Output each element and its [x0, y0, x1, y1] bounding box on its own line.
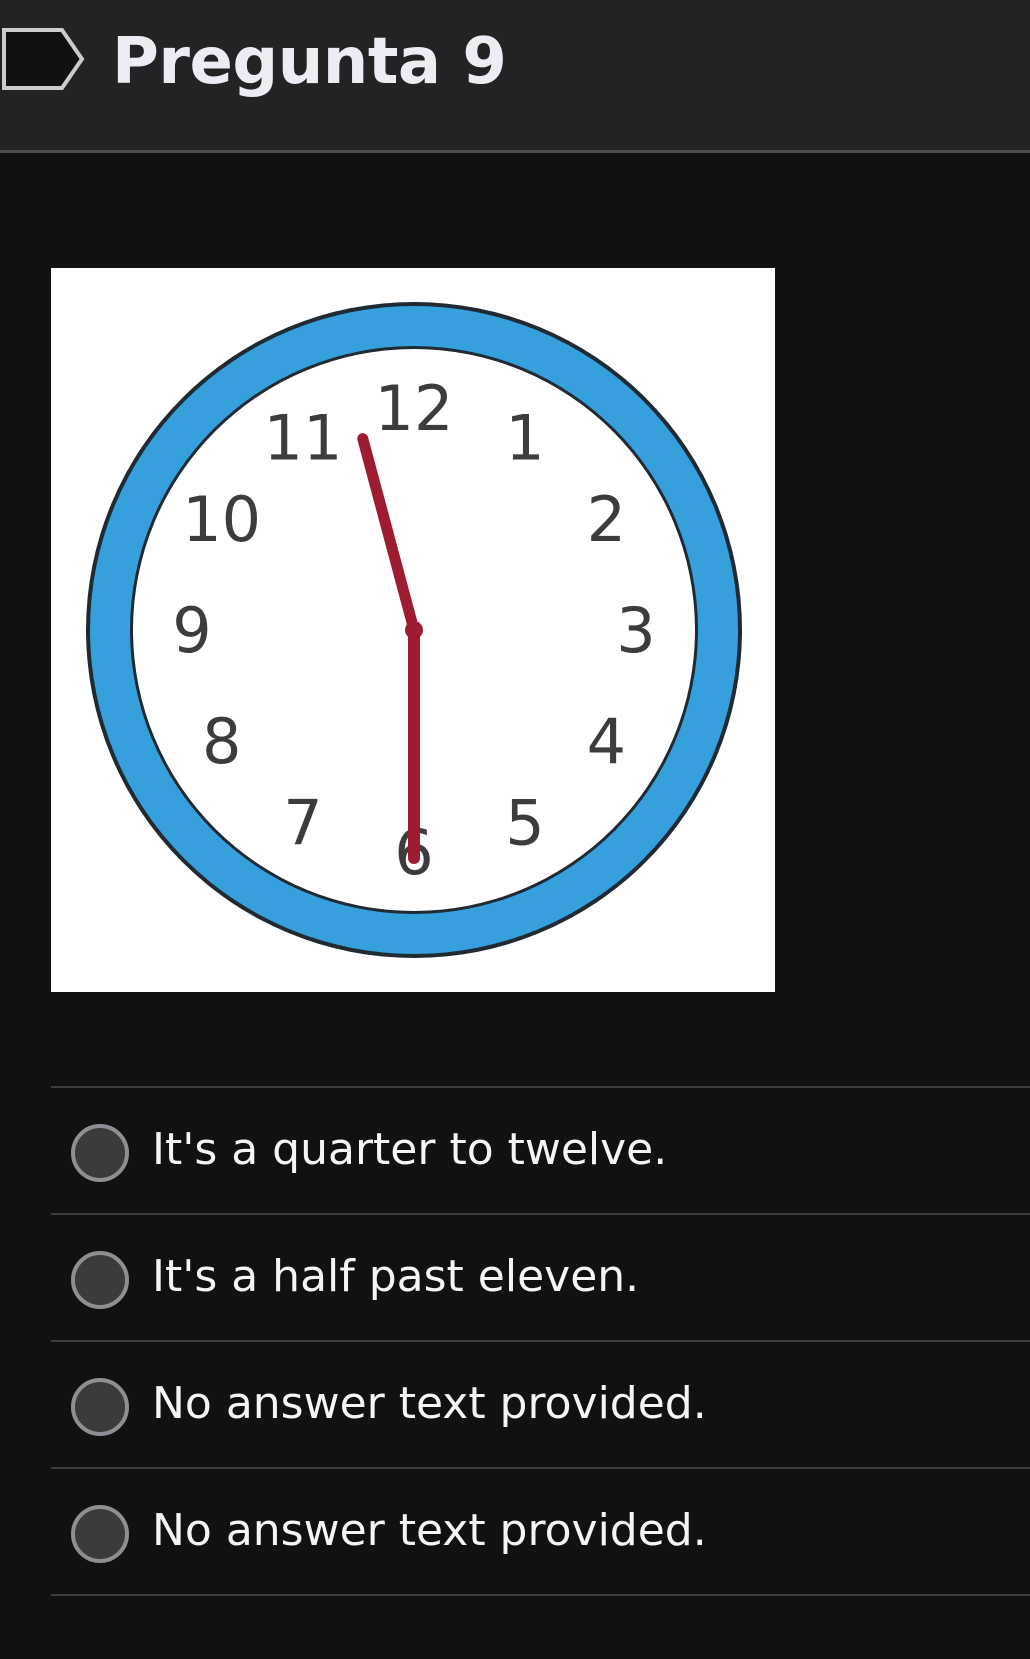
answer-list: It's a quarter to twelve. It's a half pa… — [51, 1086, 1030, 1596]
radio-button[interactable] — [71, 1505, 129, 1563]
clock-numeral: 7 — [283, 786, 322, 859]
clock-illustration: 121234567891011 — [86, 302, 742, 958]
answer-label: It's a half past eleven. — [152, 1251, 640, 1302]
answer-option[interactable]: No answer text provided. — [51, 1469, 1030, 1596]
clock-center-pin — [405, 621, 423, 639]
clock-numeral: 5 — [505, 786, 544, 859]
clock-numeral: 2 — [587, 483, 626, 556]
answer-option[interactable]: No answer text provided. — [51, 1342, 1030, 1469]
clock-numeral: 1 — [505, 402, 544, 475]
answer-option[interactable]: It's a half past eleven. — [51, 1215, 1030, 1342]
quiz-question-page: Pregunta 9 121234567891011 It's a quarte… — [0, 0, 1030, 1659]
answer-label: No answer text provided. — [152, 1378, 707, 1429]
clock-numeral: 3 — [616, 594, 655, 667]
clock-numeral: 9 — [172, 594, 211, 667]
clock-numeral: 8 — [202, 705, 241, 778]
clock-numeral: 10 — [182, 483, 261, 556]
clock-numeral: 11 — [264, 402, 343, 475]
radio-button[interactable] — [71, 1378, 129, 1436]
question-header: Pregunta 9 — [0, 0, 1030, 153]
clock-numeral: 12 — [375, 372, 454, 445]
clock-image: 121234567891011 — [51, 268, 775, 992]
flag-icon[interactable] — [0, 26, 86, 92]
radio-button[interactable] — [71, 1124, 129, 1182]
radio-button[interactable] — [71, 1251, 129, 1309]
answer-option[interactable]: It's a quarter to twelve. — [51, 1088, 1030, 1215]
answer-label: It's a quarter to twelve. — [152, 1124, 668, 1175]
clock-numeral: 4 — [587, 705, 626, 778]
answer-label: No answer text provided. — [152, 1505, 707, 1556]
question-title: Pregunta 9 — [112, 25, 507, 99]
